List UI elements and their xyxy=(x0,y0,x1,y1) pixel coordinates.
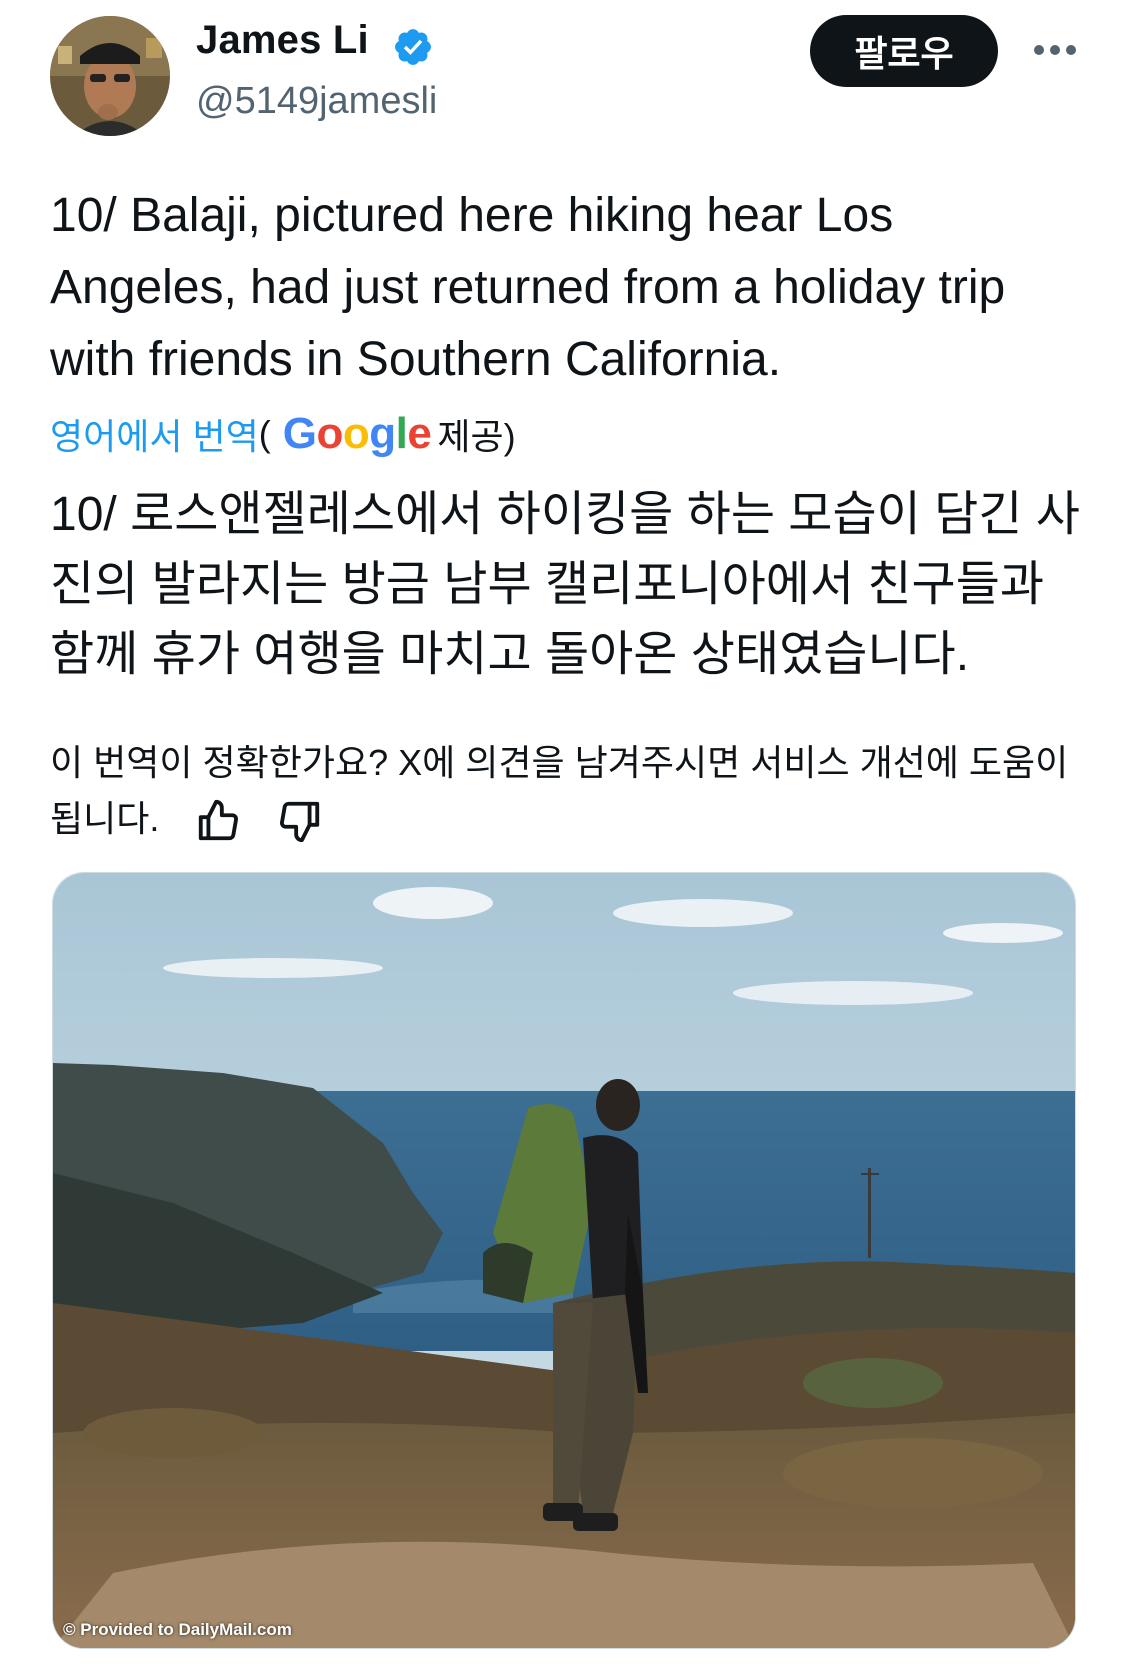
google-logo: Google xyxy=(282,409,432,458)
translation-feedback: 이 번역이 정확한가요? X에 의견을 남겨주시면 서비스 개선에 도움이 됩니… xyxy=(50,735,1080,847)
attribution-provided: 제공) xyxy=(437,416,516,457)
verified-badge-icon xyxy=(392,26,434,68)
attribution-open-paren: ( xyxy=(258,413,271,454)
user-name[interactable]: James Li xyxy=(196,18,369,63)
tweet-photo[interactable]: © Provided to DailyMail.com xyxy=(52,872,1076,1649)
more-horizontal-icon[interactable] xyxy=(1030,20,1080,80)
translated-from-link[interactable]: 영어에서 번역 xyxy=(50,408,259,460)
avatar[interactable] xyxy=(50,16,170,136)
tweet-text: 10/ Balaji, pictured here hiking hear Lo… xyxy=(50,189,1006,386)
follow-button[interactable]: 팔로우 xyxy=(810,15,998,87)
thumbs-up-icon[interactable] xyxy=(195,798,241,844)
user-handle[interactable]: @5149jamesli xyxy=(196,80,437,123)
translation-attribution: 영어에서 번역( Google 제공) xyxy=(50,408,516,460)
thumbs-down-icon[interactable] xyxy=(277,798,323,844)
photo-watermark: © Provided to DailyMail.com xyxy=(63,1620,292,1639)
translated-text: 10/ 로스앤젤레스에서 하이킹을 하는 모습이 담긴 사진의 발라지는 방금 … xyxy=(50,488,1080,681)
